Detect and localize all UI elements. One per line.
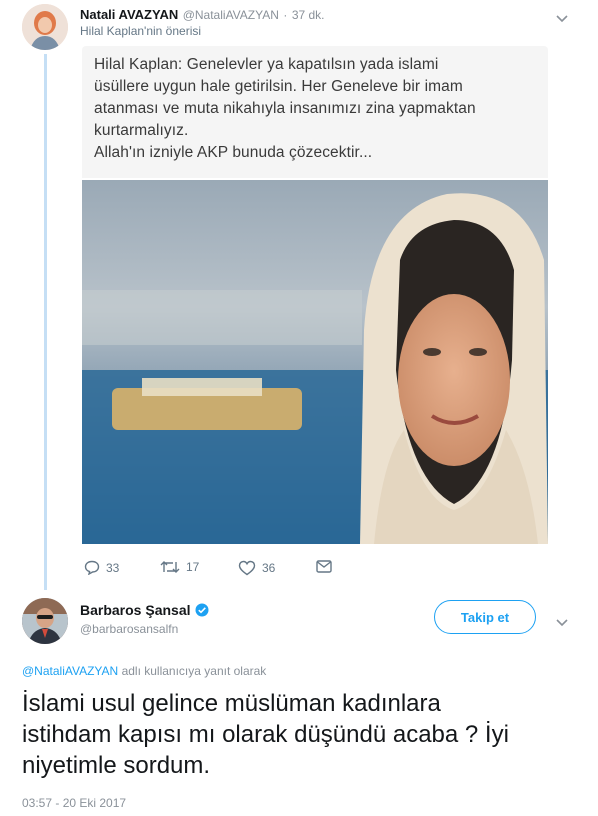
user-handle[interactable]: @barbarosansalfn — [80, 622, 178, 636]
quote-line: Allah'ın izniyle AKP bunuda çözecektir..… — [94, 144, 373, 161]
separator: · — [283, 8, 288, 22]
like-action[interactable]: 36 — [238, 560, 275, 576]
reply-count: 33 — [106, 560, 120, 575]
reply-icon — [84, 560, 100, 575]
user-handle[interactable]: @NataliAVAZYAN — [183, 8, 279, 22]
reply-action[interactable]: 33 — [84, 560, 119, 575]
tweet-time[interactable]: 37 dk. — [292, 8, 325, 22]
thread-line — [44, 54, 47, 590]
display-name[interactable]: Barbaros Şansal — [80, 602, 191, 618]
quote-line: üsüllere uygun hale getirilsin. Her Gene… — [94, 78, 463, 95]
tweet-header: Natali AVAZYAN @NataliAVAZYAN · 37 dk. — [80, 6, 325, 24]
envelope-icon — [316, 560, 332, 573]
tweet-photo[interactable] — [82, 180, 548, 544]
tweet-subtitle: Hilal Kaplan'nin önerisi — [80, 24, 202, 38]
message-action[interactable] — [316, 560, 338, 573]
display-name[interactable]: Natali AVAZYAN — [80, 7, 178, 22]
chevron-down-icon[interactable] — [556, 614, 568, 632]
tweet-text-line: İslami usul gelince müslüman kadınlara — [22, 690, 441, 717]
avatar[interactable] — [22, 598, 68, 644]
tweet-text: İslami usul gelince müslüman kadınlara i… — [22, 688, 582, 781]
tweet-timestamp[interactable]: 03:57 - 20 Eki 2017 — [22, 796, 126, 810]
retweet-icon — [160, 561, 180, 573]
like-count: 36 — [262, 561, 276, 575]
retweet-count: 17 — [186, 560, 200, 574]
quote-text: Hilal Kaplan: Genelevler ya kapatılsın y… — [94, 54, 544, 164]
more-options-icon[interactable] — [556, 10, 568, 28]
tweet-text-line: niyetimle sordum. — [22, 752, 211, 779]
follow-button[interactable]: Takip et — [434, 600, 536, 634]
quote-line: Hilal Kaplan: Genelevler ya kapatılsın y… — [94, 56, 439, 73]
tweet-text-line: istihdam kapısı mı olarak düşündü acaba … — [22, 721, 509, 748]
retweet-action[interactable]: 17 — [160, 560, 199, 574]
reply-context: @NataliAVAZYAN adlı kullanıcıya yanıt ol… — [22, 664, 266, 678]
quote-line: kurtarmalıyız. — [94, 122, 189, 139]
reply-to-handle[interactable]: @NataliAVAZYAN — [22, 664, 118, 678]
reply-to-text: adlı kullanıcıya yanıt olarak — [121, 664, 267, 678]
verified-badge-icon — [195, 603, 208, 617]
quote-line: atanması ve muta nikahıyla insanımızı zi… — [94, 100, 476, 117]
author-header: Barbaros Şansal — [80, 602, 209, 618]
avatar[interactable] — [22, 4, 68, 50]
heart-icon — [238, 560, 256, 576]
